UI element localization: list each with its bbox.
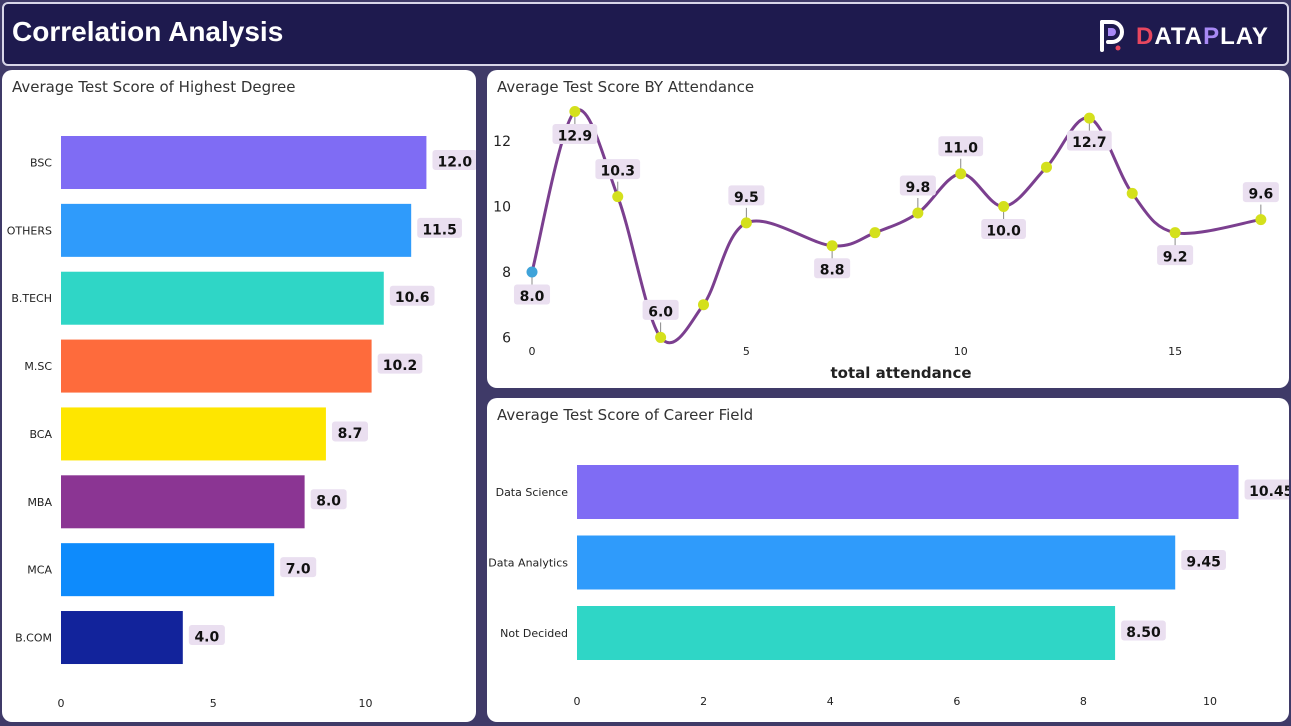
- attendance-line-chart: 6 8 10 12 0 5 10 15 total attendance 8.0 12.9 10.3 6…: [493, 106, 1279, 382]
- x-tick-label: 15: [1168, 345, 1182, 358]
- data-label: 9.2: [1163, 250, 1188, 266]
- career-panel: Average Test Score of Career Field Data …: [487, 398, 1289, 722]
- logo-mark-icon: [1100, 20, 1124, 52]
- y-tick-label: 12: [493, 134, 511, 150]
- data-point: [1040, 161, 1052, 173]
- data-label: 10.6: [395, 290, 430, 306]
- data-label: 9.45: [1186, 554, 1221, 570]
- data-label: 8.0: [520, 289, 545, 305]
- x-tick-label: 0: [574, 695, 581, 708]
- category-label: Data Analytics: [488, 557, 568, 570]
- data-label: 8.0: [316, 494, 341, 510]
- y-tick-label: 8: [502, 265, 511, 281]
- bar: [61, 407, 326, 461]
- bar: [61, 611, 183, 665]
- data-label: 11.0: [943, 141, 978, 157]
- category-label: MBA: [27, 496, 52, 509]
- x-tick-label: 0: [529, 345, 536, 358]
- x-tick-label: 5: [743, 345, 750, 358]
- x-axis-label: total attendance: [830, 364, 971, 382]
- logo-text-part: LAY: [1220, 23, 1269, 50]
- data-label: 12.0: [438, 154, 473, 170]
- category-label: BCA: [29, 428, 52, 441]
- data-point: [998, 200, 1010, 212]
- category-label: OTHERS: [7, 224, 52, 237]
- category-label: M.SC: [24, 360, 52, 373]
- data-label: 12.9: [558, 128, 593, 144]
- series-line: [530, 108, 1262, 345]
- data-label: 10.2: [383, 358, 418, 374]
- logo-text: DATAPLAY: [1136, 23, 1269, 51]
- x-tick-label: 6: [953, 695, 960, 708]
- data-point: [612, 191, 624, 203]
- bar: [61, 475, 305, 529]
- data-label: 8.50: [1126, 625, 1161, 641]
- y-tick-label: 6: [502, 330, 511, 346]
- category-label: Not Decided: [500, 627, 568, 640]
- x-tick-label: 10: [954, 345, 968, 358]
- data-label: 7.0: [286, 562, 311, 578]
- data-label: 8.8: [820, 263, 845, 279]
- data-point: [1169, 227, 1181, 239]
- data-point: [526, 266, 538, 278]
- data-point: [955, 168, 967, 180]
- category-label: B.TECH: [11, 292, 52, 305]
- data-label: 8.7: [338, 426, 363, 442]
- data-point: [826, 240, 838, 252]
- career-bar-chart: Data Science 10.45 Data Analytics 9.45 Not D…: [488, 465, 1289, 708]
- data-label: 11.5: [422, 222, 457, 238]
- data-point: [1126, 187, 1138, 199]
- header-bar: Correlation Analysis DATAPLAY: [2, 2, 1289, 66]
- x-tick-label: 8: [1080, 695, 1087, 708]
- bar: [61, 543, 275, 597]
- data-point: [869, 227, 881, 239]
- category-label: MCA: [27, 564, 52, 577]
- bar: [577, 535, 1176, 590]
- data-label: 9.5: [734, 190, 759, 206]
- bar: [61, 339, 372, 393]
- data-label: 12.7: [1072, 135, 1107, 151]
- x-tick-label: 2: [700, 695, 707, 708]
- data-label: 9.8: [905, 180, 930, 196]
- attendance-panel: Average Test Score BY Attendance 6 8 10 12 0…: [487, 70, 1289, 388]
- x-tick-label: 10: [1203, 695, 1217, 708]
- data-point: [1255, 214, 1267, 226]
- x-tick-label: 5: [210, 697, 217, 710]
- x-tick-label: 0: [58, 697, 65, 710]
- logo-text-part: D: [1136, 23, 1155, 50]
- category-label: Data Science: [496, 486, 569, 499]
- page-title: Correlation Analysis: [12, 16, 284, 47]
- degree-bar-chart: BSC 12.0 OTHERS 11.5 B.TECH 10.6 M.SC 10.2 BCA 8.…: [7, 136, 476, 710]
- logo-text-part: P: [1203, 23, 1221, 50]
- x-tick-label: 4: [827, 695, 834, 708]
- bar: [577, 606, 1116, 660]
- data-point: [569, 106, 581, 118]
- category-label: B.COM: [15, 632, 52, 645]
- data-point: [1083, 112, 1095, 124]
- data-label: 10.3: [600, 164, 635, 180]
- data-point: [655, 331, 667, 343]
- bar: [61, 203, 412, 257]
- data-point: [912, 207, 924, 219]
- x-tick-label: 10: [359, 697, 373, 710]
- logo-text-part: ATA: [1154, 23, 1204, 50]
- data-label: 6.0: [648, 304, 673, 320]
- data-label: 9.6: [1248, 186, 1273, 202]
- data-label: 10.45: [1249, 484, 1289, 500]
- data-point: [697, 299, 709, 311]
- data-label: 4.0: [194, 629, 219, 645]
- category-label: BSC: [30, 157, 52, 170]
- data-label: 10.0: [986, 223, 1021, 239]
- data-point: [740, 217, 752, 229]
- degree-panel: Average Test Score of Highest Degree BSC…: [2, 70, 476, 722]
- bar: [577, 465, 1239, 519]
- bar: [61, 136, 427, 189]
- y-tick-label: 10: [493, 199, 511, 215]
- bar: [61, 271, 384, 325]
